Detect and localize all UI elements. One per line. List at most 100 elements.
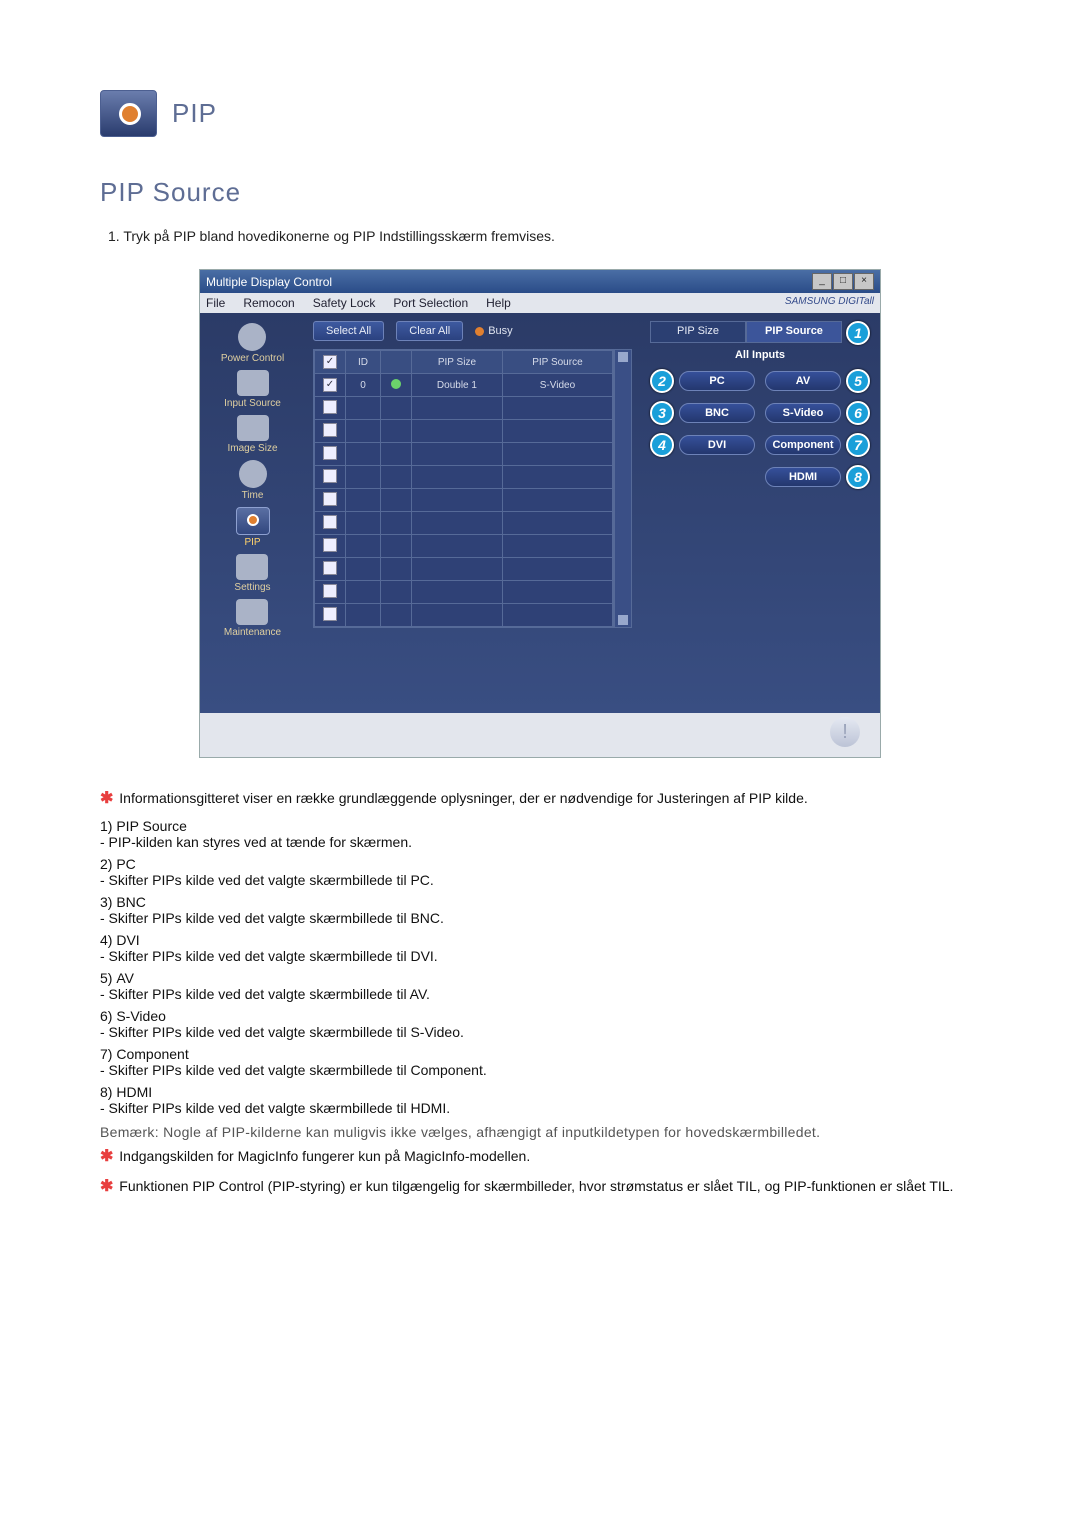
- time-icon: [239, 460, 267, 488]
- table-row: [315, 420, 613, 443]
- scroll-down-icon[interactable]: [618, 615, 628, 625]
- callout-6: 6: [846, 401, 870, 425]
- clear-all-button[interactable]: Clear All: [396, 321, 463, 341]
- row-checkbox[interactable]: [323, 400, 337, 414]
- sidebar-item-image-size[interactable]: Image Size: [227, 415, 277, 454]
- list-item: 4) DVI - Skifter PIPs kilde ved det valg…: [100, 932, 980, 964]
- app-window: Multiple Display Control _ □ × File Remo…: [199, 269, 881, 758]
- table-row: [315, 512, 613, 535]
- row-checkbox[interactable]: [323, 584, 337, 598]
- intro-text: 1. Tryk på PIP bland hovedikonerne og PI…: [108, 228, 980, 244]
- power-control-icon: [238, 323, 266, 351]
- maximize-button[interactable]: □: [833, 273, 853, 290]
- busy-indicator: Busy: [475, 325, 512, 337]
- sidebar-item-settings[interactable]: Settings: [234, 554, 270, 593]
- tab-pip-size[interactable]: PIP Size: [650, 321, 746, 343]
- av-button[interactable]: AV: [765, 371, 841, 391]
- maintenance-icon: [236, 599, 268, 625]
- list-item: 6) S-Video - Skifter PIPs kilde ved det …: [100, 1008, 980, 1040]
- row-checkbox[interactable]: [323, 469, 337, 483]
- menu-file[interactable]: File: [206, 296, 225, 310]
- page-title: PIP: [172, 98, 217, 129]
- row-checkbox[interactable]: [323, 607, 337, 621]
- select-all-button[interactable]: Select All: [313, 321, 384, 341]
- all-inputs-label: All Inputs: [650, 343, 870, 369]
- sidebar-item-input-source[interactable]: Input Source: [224, 370, 281, 409]
- component-button[interactable]: Component: [765, 435, 841, 455]
- callout-2: 2: [650, 369, 674, 393]
- table-row: [315, 604, 613, 627]
- menubar: File Remocon Safety Lock Port Selection …: [200, 293, 880, 313]
- dvi-button[interactable]: DVI: [679, 435, 755, 455]
- sidebar-item-maintenance[interactable]: Maintenance: [224, 599, 281, 638]
- sidebar-item-label: Maintenance: [224, 627, 281, 638]
- callout-1: 1: [846, 321, 870, 345]
- page-header: PIP: [100, 90, 980, 137]
- table-row: [315, 535, 613, 558]
- callout-7: 7: [846, 433, 870, 457]
- menu-safety-lock[interactable]: Safety Lock: [313, 296, 376, 310]
- row-checkbox[interactable]: [323, 538, 337, 552]
- list-item: 8) HDMI - Skifter PIPs kilde ved det val…: [100, 1084, 980, 1116]
- svideo-button[interactable]: S-Video: [765, 403, 841, 423]
- list-item: 3) BNC - Skifter PIPs kilde ved det valg…: [100, 894, 980, 926]
- callout-3: 3: [650, 401, 674, 425]
- sidebar-item-label: Time: [242, 490, 264, 501]
- row-checkbox[interactable]: [323, 515, 337, 529]
- table-row[interactable]: 0 Double 1 S-Video: [315, 374, 613, 397]
- row-checkbox[interactable]: [323, 378, 337, 392]
- star-icon: ✱: [100, 1178, 113, 1195]
- list-item: 5) AV - Skifter PIPs kilde ved det valgt…: [100, 970, 980, 1002]
- window-title: Multiple Display Control: [206, 275, 332, 289]
- col-id: ID: [346, 351, 381, 374]
- scrollbar[interactable]: [614, 349, 632, 628]
- item-list: 1) PIP Source - PIP-kilden kan styres ve…: [100, 818, 980, 1116]
- close-button[interactable]: ×: [854, 273, 874, 290]
- sidebar-item-time[interactable]: Time: [239, 460, 267, 501]
- settings-icon: [236, 554, 268, 580]
- footer-note-2: ✱ Funktionen PIP Control (PIP-styring) e…: [100, 1176, 980, 1196]
- sidebar-item-label: Image Size: [227, 443, 277, 454]
- tab-pip-source-label: PIP Source: [765, 325, 823, 337]
- sidebar-item-power-control[interactable]: Power Control: [221, 323, 284, 364]
- minimize-button[interactable]: _: [812, 273, 832, 290]
- row-checkbox[interactable]: [323, 423, 337, 437]
- sidebar-item-label: Settings: [234, 582, 270, 593]
- scroll-up-icon[interactable]: [618, 352, 628, 362]
- pc-button[interactable]: PC: [679, 371, 755, 391]
- footer-note-1: ✱ Indgangskilden for MagicInfo fungerer …: [100, 1146, 980, 1166]
- cell-pip-size: Double 1: [412, 374, 503, 397]
- star-icon: ✱: [100, 1148, 113, 1165]
- hdmi-button[interactable]: HDMI: [765, 467, 841, 487]
- status-dot-icon: [391, 379, 401, 389]
- header-checkbox[interactable]: [323, 355, 337, 369]
- table-row: [315, 397, 613, 420]
- note-intro-text: Informationsgitteret viser en række grun…: [119, 790, 807, 806]
- grid-toolbar: Select All Clear All Busy: [313, 321, 632, 341]
- sidebar-item-label: Power Control: [221, 353, 284, 364]
- pip-icon: [100, 90, 157, 137]
- info-icon: !: [830, 717, 860, 747]
- busy-dot-icon: [475, 327, 484, 336]
- list-item: 2) PC - Skifter PIPs kilde ved det valgt…: [100, 856, 980, 888]
- window-buttons: _ □ ×: [812, 273, 874, 290]
- row-checkbox[interactable]: [323, 446, 337, 460]
- list-item: 1) PIP Source - PIP-kilden kan styres ve…: [100, 818, 980, 850]
- table-row: [315, 466, 613, 489]
- menu-help[interactable]: Help: [486, 296, 511, 310]
- bnc-button[interactable]: BNC: [679, 403, 755, 423]
- table-row: [315, 581, 613, 604]
- col-status: [381, 351, 412, 374]
- pip-sidebar-icon: [236, 507, 270, 535]
- row-checkbox[interactable]: [323, 561, 337, 575]
- sidebar: Power Control Input Source Image Size Ti…: [200, 313, 305, 713]
- tab-pip-source[interactable]: PIP Source: [746, 321, 842, 343]
- menu-remocon[interactable]: Remocon: [243, 296, 294, 310]
- busy-label: Busy: [488, 325, 512, 337]
- sidebar-item-pip[interactable]: PIP: [236, 507, 270, 548]
- menu-port-selection[interactable]: Port Selection: [393, 296, 468, 310]
- callout-5: 5: [846, 369, 870, 393]
- row-checkbox[interactable]: [323, 492, 337, 506]
- star-icon: ✱: [100, 790, 113, 807]
- section-title: PIP Source: [100, 177, 980, 208]
